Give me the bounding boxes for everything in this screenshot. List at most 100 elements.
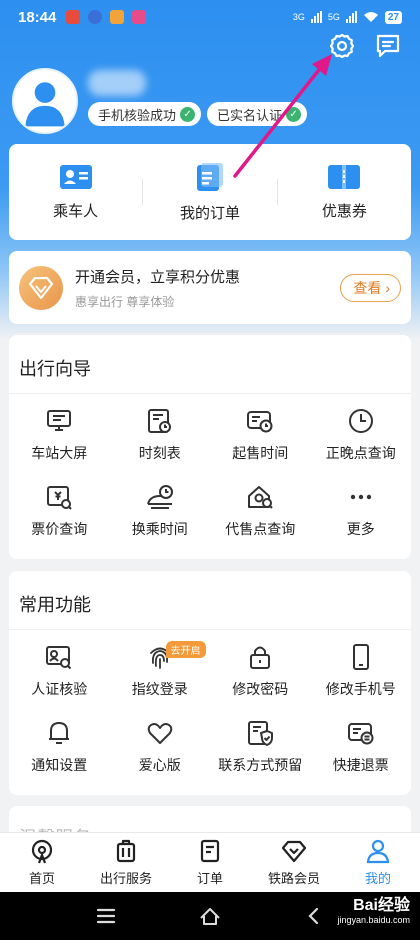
quick-link-my-orders[interactable]: 我的订单 (143, 162, 276, 223)
phone-icon (352, 644, 369, 670)
function-item-quick-refund[interactable]: 快捷退票 (311, 709, 412, 785)
guide-item-transfer-time[interactable]: 换乘时间 (110, 473, 211, 549)
section-title: 常用功能 (19, 595, 91, 615)
grid-item-label: 修改密码 (232, 681, 289, 697)
grid-item-label: 联系方式预留 (218, 757, 303, 773)
verification-badges: 手机核验成功 ✓ 已实名认证 ✓ (88, 102, 308, 126)
quick-link-label: 我的订单 (179, 204, 240, 222)
contact-shield-icon (248, 721, 274, 746)
menu-icon[interactable] (94, 904, 118, 928)
common-functions-grid: 人证核验 去开启 指纹登录 修改密码 修改手机号 通知设置 爱心版 联系方式预留 (9, 633, 411, 785)
grid-item-label: 爱心版 (138, 757, 181, 773)
status-time: 18:44 (18, 8, 57, 26)
tab-label: 出行服务 (99, 871, 152, 886)
refund-ticket-icon (347, 723, 374, 745)
tab-orders[interactable]: 订单 (168, 833, 252, 892)
coupon-icon (328, 164, 361, 189)
watermark-url: jingyan.baidu.com (337, 915, 410, 925)
membership-banner[interactable]: 开通会员，立享积分优惠 惠享出行 尊享体验 查看 › (9, 251, 411, 324)
station-screen-icon (47, 410, 72, 431)
notification-app-icon (66, 10, 81, 24)
grid-item-label: 车站大屏 (31, 445, 88, 461)
function-item-change-phone[interactable]: 修改手机号 (311, 633, 412, 709)
guide-item-agency-search[interactable]: 代售点查询 (210, 473, 311, 549)
guide-item-sale-time[interactable]: 起售时间 (210, 397, 311, 473)
enable-tag: 去开启 (165, 641, 206, 658)
tab-home[interactable]: 首页 (0, 833, 84, 892)
grid-item-label: 换乘时间 (131, 521, 188, 537)
function-item-notification-settings[interactable]: 通知设置 (9, 709, 110, 785)
notification-app-icon (110, 10, 125, 24)
tab-travel-service[interactable]: 出行服务 (84, 833, 168, 892)
user-icon (366, 839, 390, 864)
quick-link-passengers[interactable]: 乘车人 (9, 164, 142, 221)
user-avatar-icon (25, 82, 65, 127)
grid-item-label: 修改手机号 (325, 681, 396, 697)
back-icon[interactable] (302, 904, 326, 928)
fare-query-icon (47, 486, 72, 510)
membership-subtitle: 惠享出行 尊享体验 (75, 294, 175, 309)
message-icon[interactable] (374, 32, 402, 60)
divider (9, 393, 411, 394)
badge-realname-verified: 已实名认证 ✓ (207, 102, 308, 126)
check-icon: ✓ (180, 106, 196, 122)
avatar[interactable] (12, 68, 78, 134)
view-button-label: 查看 (353, 279, 382, 296)
more-dots-icon (350, 494, 371, 500)
diamond-icon (281, 840, 307, 863)
order-icon (200, 839, 220, 863)
section-title: 出行向导 (19, 359, 91, 379)
membership-view-button[interactable]: 查看 › (340, 273, 401, 302)
function-item-id-verify[interactable]: 人证核验 (9, 633, 110, 709)
passenger-card-icon (59, 164, 92, 189)
grid-item-label: 代售点查询 (225, 521, 296, 537)
tab-mine[interactable]: 我的 (336, 833, 420, 892)
settings-gear-icon[interactable] (328, 32, 356, 60)
badge-phone-verified: 手机核验成功 ✓ (88, 102, 202, 126)
signal-icon (345, 11, 357, 23)
badge-label: 已实名认证 (217, 107, 283, 123)
function-item-contact-reserve[interactable]: 联系方式预留 (210, 709, 311, 785)
tab-label: 我的 (364, 871, 391, 886)
agency-search-icon (248, 486, 273, 509)
tab-label: 首页 (28, 871, 55, 886)
divider (9, 629, 411, 630)
tab-label: 订单 (196, 871, 223, 886)
transfer-time-icon (146, 485, 173, 509)
grid-item-label: 时刻表 (138, 445, 181, 461)
grid-item-label: 通知设置 (31, 757, 88, 773)
member-diamond-icon (19, 265, 63, 310)
home-icon[interactable] (198, 904, 222, 928)
header-actions (328, 32, 402, 60)
guide-item-timetable[interactable]: 时刻表 (110, 397, 211, 473)
order-document-icon (196, 162, 223, 191)
profile-section (12, 68, 78, 134)
sale-time-icon (247, 411, 273, 433)
guide-item-station-screen[interactable]: 车站大屏 (9, 397, 110, 473)
network-type-2: 5G (327, 12, 340, 22)
network-type-1: 3G (292, 12, 305, 22)
function-item-fingerprint-login[interactable]: 去开启 指纹登录 (110, 633, 211, 709)
heart-icon (147, 723, 173, 744)
guide-item-delay-query[interactable]: 正晚点查询 (311, 397, 412, 473)
guide-item-fare-query[interactable]: 票价查询 (9, 473, 110, 549)
quick-link-coupons[interactable]: 优惠券 (278, 164, 411, 221)
id-verify-icon (46, 646, 72, 670)
tab-railway-member[interactable]: 铁路会员 (252, 833, 336, 892)
notification-app-icon (132, 10, 147, 24)
home-train-icon (31, 839, 53, 864)
check-icon: ✓ (286, 106, 302, 122)
function-item-change-password[interactable]: 修改密码 (210, 633, 311, 709)
grid-item-label: 起售时间 (232, 445, 289, 461)
grid-item-label: 人证核验 (31, 681, 88, 697)
travel-guide-card: 出行向导 车站大屏 时刻表 起售时间 正晚点查询 票价查询 换乘时间 代售点查询… (9, 335, 411, 559)
membership-title: 开通会员，立享积分优惠 (75, 268, 241, 286)
quick-link-label: 优惠券 (321, 202, 367, 220)
grid-item-label: 快捷退票 (332, 757, 389, 773)
notification-app-icon (88, 10, 103, 24)
grid-item-label: 正晚点查询 (325, 445, 396, 461)
grid-item-label: 指纹登录 (131, 681, 188, 697)
guide-item-more[interactable]: 更多 (311, 473, 412, 549)
function-item-care-version[interactable]: 爱心版 (110, 709, 211, 785)
clock-icon (348, 409, 373, 433)
